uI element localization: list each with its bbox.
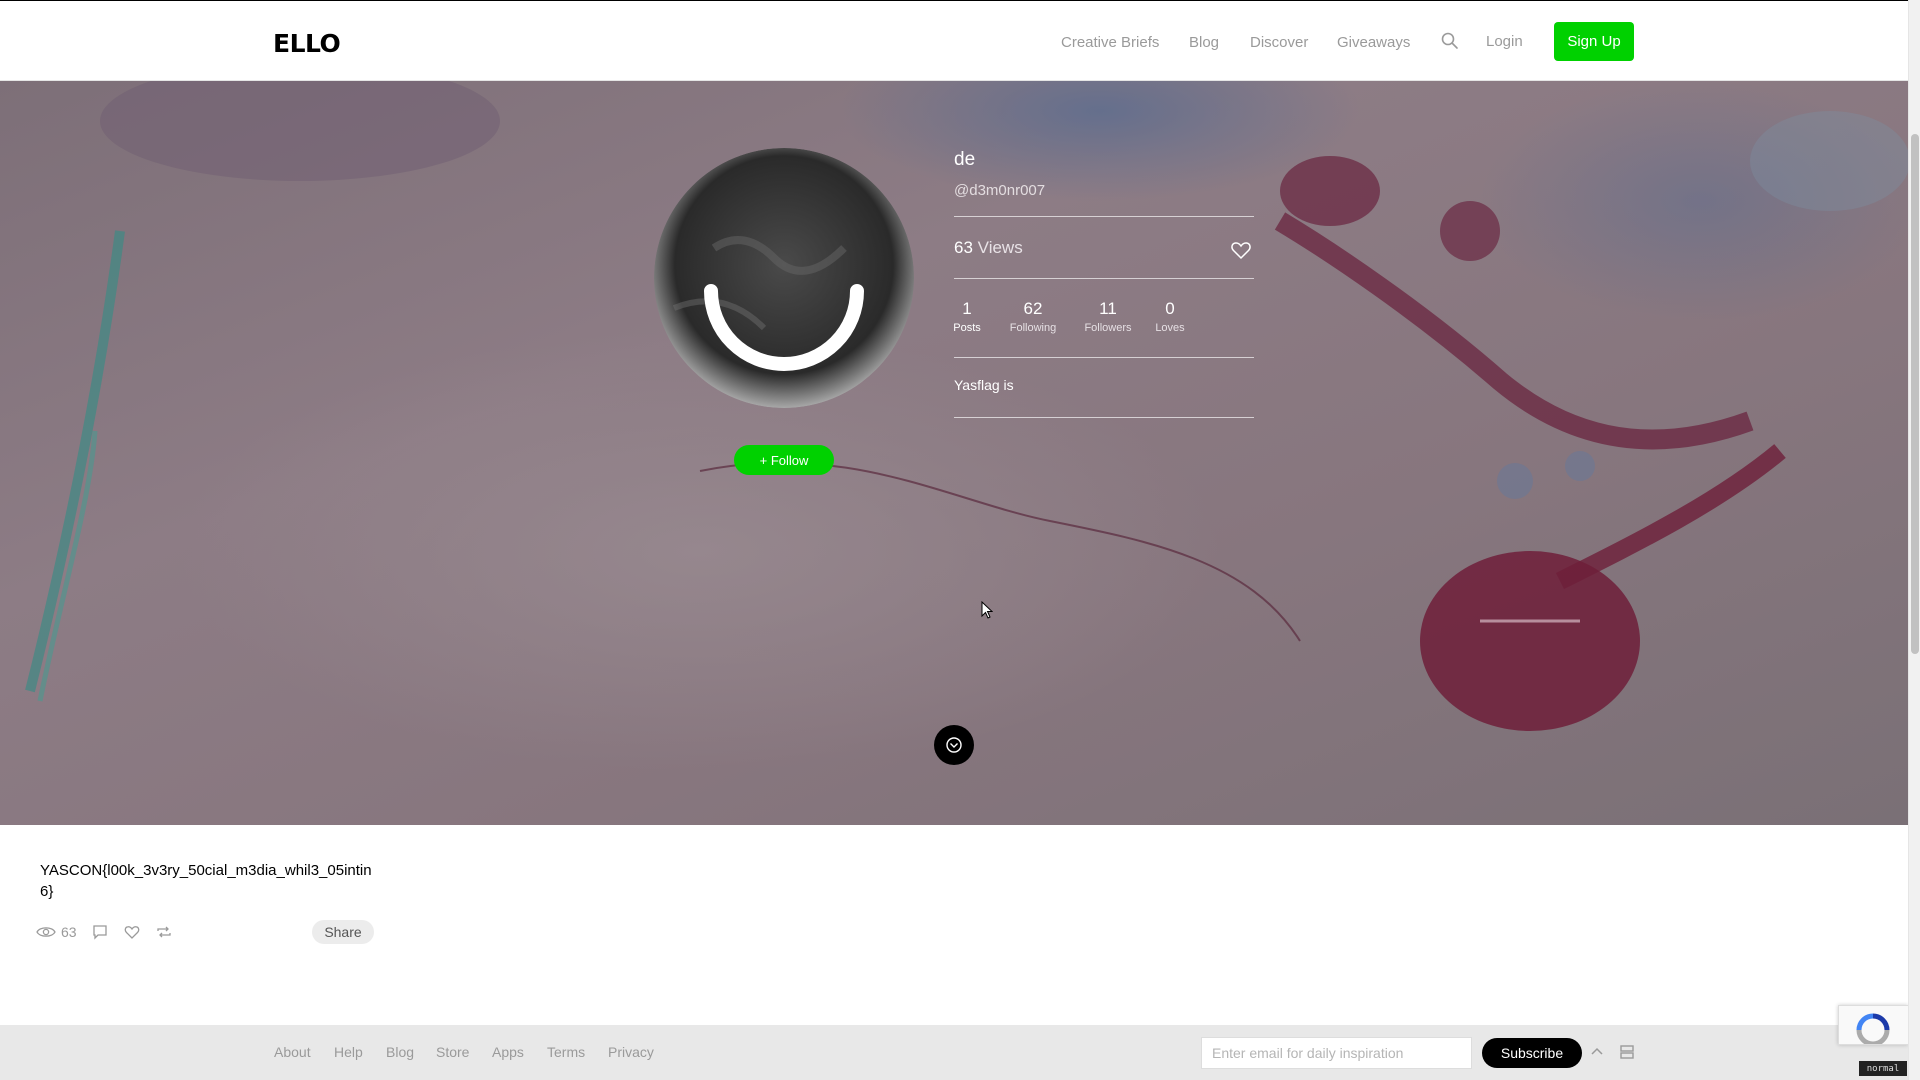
recaptcha-badge[interactable] (1838, 1005, 1908, 1045)
divider (954, 278, 1254, 279)
profile-handle: @d3m0nr007 (954, 182, 1046, 199)
comment-icon (93, 925, 107, 940)
profile-name: de (954, 149, 976, 170)
love-button[interactable] (124, 922, 140, 942)
views-number: 63 (954, 238, 973, 257)
stat-loves[interactable]: 0 Loves (1154, 299, 1186, 334)
avatar (654, 148, 914, 408)
stat-following-label: Following (1009, 322, 1057, 334)
divider (954, 216, 1254, 217)
heart-icon (124, 926, 140, 939)
profile-cover: + Follow de @d3m0nr007 63 Views 1 Posts … (0, 81, 1908, 825)
divider (954, 417, 1254, 418)
stat-posts[interactable]: 1 Posts (952, 299, 982, 334)
grid-icon[interactable] (1618, 1043, 1636, 1061)
heart-icon[interactable] (1230, 239, 1252, 261)
footer-link-terms[interactable]: Terms (547, 1044, 585, 1060)
footer-link-help[interactable]: Help (334, 1044, 363, 1060)
footer: About Help Blog Store Apps Terms Privacy… (0, 1025, 1908, 1080)
nav-link-discover[interactable]: Discover (1250, 34, 1308, 51)
stat-following-count: 62 (1023, 299, 1043, 318)
post-text: YASCON{l00k_3v3ry_50cial_m3dia_whil3_05i… (40, 862, 372, 900)
stat-followers-count: 11 (1099, 299, 1117, 318)
page-scrollbar[interactable] (1908, 0, 1920, 1080)
recaptcha-icon (1856, 1013, 1890, 1044)
stat-followers[interactable]: 11 Followers (1080, 299, 1136, 334)
divider (954, 357, 1254, 358)
footer-link-apps[interactable]: Apps (492, 1044, 524, 1060)
stat-following[interactable]: 62 Following (1005, 299, 1061, 334)
top-nav: ELLO Creative Briefs Blog Discover Givea… (0, 0, 1908, 81)
repost-icon (157, 926, 171, 938)
footer-link-blog[interactable]: Blog (386, 1044, 414, 1060)
repost-button[interactable] (156, 922, 172, 942)
footer-link-store[interactable]: Store (436, 1044, 469, 1060)
footer-link-about[interactable]: About (274, 1044, 311, 1060)
eye-icon (36, 927, 56, 937)
subscribe-button[interactable]: Subscribe (1482, 1038, 1582, 1068)
profile-bio: Yasflag is (954, 377, 1014, 393)
share-button[interactable]: Share (312, 920, 374, 944)
nav-links: Creative Briefs Blog Discover Giveaways … (0, 1, 1908, 82)
comment-button[interactable] (92, 922, 108, 942)
arrow-up-icon[interactable] (1588, 1043, 1606, 1061)
signup-button[interactable]: Sign Up (1554, 22, 1634, 61)
nav-link-blog[interactable]: Blog (1189, 34, 1219, 51)
stat-loves-count: 0 (1165, 299, 1175, 318)
search-icon[interactable] (1440, 31, 1460, 51)
stat-followers-label: Followers (1084, 322, 1132, 334)
mouse-cursor (981, 601, 993, 619)
scroll-down-button[interactable] (934, 725, 974, 765)
post-views-count: 63 (61, 924, 77, 940)
chevron-down-icon (946, 737, 962, 753)
views-count: 63 Views (954, 238, 1023, 258)
stat-posts-count: 1 (962, 299, 972, 318)
footer-link-privacy[interactable]: Privacy (608, 1044, 654, 1060)
login-link[interactable]: Login (1486, 33, 1523, 50)
email-input[interactable] (1201, 1037, 1472, 1069)
stat-posts-label: Posts (953, 322, 981, 334)
nav-link-creative-briefs[interactable]: Creative Briefs (1061, 34, 1159, 51)
follow-button[interactable]: + Follow (734, 445, 834, 475)
stat-loves-label: Loves (1155, 322, 1185, 334)
views-tool[interactable]: 63 (36, 922, 77, 942)
scrollbar-thumb[interactable] (1911, 134, 1919, 654)
mode-badge: normal (1859, 1061, 1907, 1076)
views-label: Views (977, 238, 1023, 257)
nav-link-giveaways[interactable]: Giveaways (1337, 34, 1410, 51)
